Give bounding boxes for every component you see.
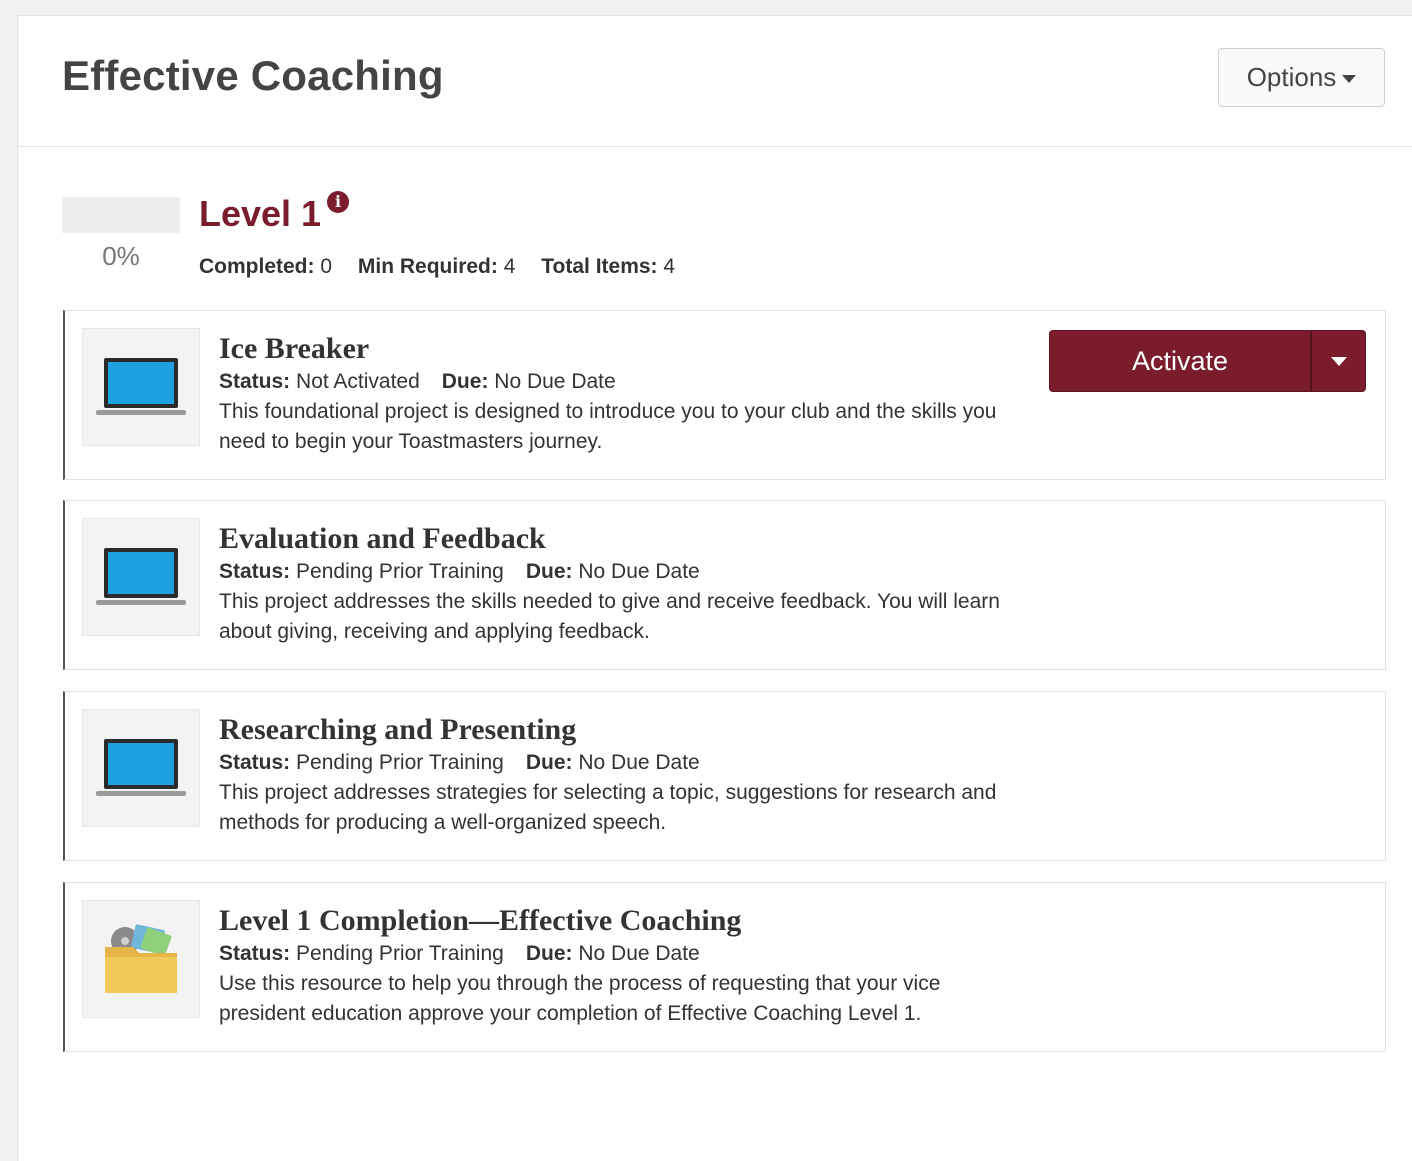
level-stats: Completed: 0 Min Required: 4 Total Items…: [199, 255, 695, 279]
progress-percent: 0%: [102, 241, 140, 271]
options-label: Options: [1246, 62, 1337, 92]
level-section: 0% Level 1 i Completed: 0 Min Required: …: [62, 191, 1362, 283]
due-value: No Due Date: [578, 942, 700, 965]
level-progress-bar: [62, 197, 180, 233]
item-status-line: Status: Not Activated Due: No Due Date: [219, 370, 616, 393]
status-value: Pending Prior Training: [296, 751, 504, 774]
list-item: Level 1 Completion—Effective Coaching St…: [63, 882, 1386, 1052]
item-body: Researching and Presenting Status: Pendi…: [219, 712, 1019, 838]
panel-header: Effective Coaching Options: [18, 16, 1412, 147]
activate-dropdown-toggle[interactable]: [1311, 330, 1366, 392]
list-item: Evaluation and Feedback Status: Pending …: [63, 500, 1386, 670]
stat-min-required: Min Required: 4: [357, 255, 516, 278]
due-value: No Due Date: [578, 751, 700, 774]
project-thumbnail[interactable]: [82, 328, 200, 446]
list-item: Researching and Presenting Status: Pendi…: [63, 691, 1386, 861]
item-status-line: Status: Pending Prior Training Due: No Du…: [219, 560, 700, 583]
status-value: Pending Prior Training: [296, 560, 504, 583]
project-thumbnail[interactable]: [82, 900, 200, 1018]
item-title[interactable]: Researching and Presenting: [219, 712, 1019, 748]
status-value: Not Activated: [296, 370, 420, 393]
item-body: Level 1 Completion—Effective Coaching St…: [219, 903, 1019, 1029]
laptop-icon: [96, 739, 186, 796]
due-value: No Due Date: [494, 370, 616, 393]
level-title: Level 1: [199, 193, 322, 234]
due-value: No Due Date: [578, 560, 700, 583]
project-thumbnail[interactable]: [82, 709, 200, 827]
item-status-line: Status: Pending Prior Training Due: No Du…: [219, 751, 700, 774]
list-item: Ice Breaker Status: Not Activated Due: No…: [63, 310, 1386, 480]
item-description: This foundational project is designed to…: [219, 400, 997, 453]
project-thumbnail[interactable]: [82, 518, 200, 636]
status-value: Pending Prior Training: [296, 942, 504, 965]
item-title[interactable]: Evaluation and Feedback: [219, 521, 1019, 557]
item-title[interactable]: Ice Breaker: [219, 331, 1019, 367]
info-icon[interactable]: i: [327, 191, 350, 213]
caret-down-icon: [1330, 356, 1347, 366]
activate-button[interactable]: Activate: [1049, 330, 1311, 392]
training-panel: Effective Coaching Options 0% Level 1 i …: [17, 15, 1412, 1161]
item-title[interactable]: Level 1 Completion—Effective Coaching: [219, 903, 1019, 939]
item-body: Evaluation and Feedback Status: Pending …: [219, 521, 1019, 647]
item-body: Ice Breaker Status: Not Activated Due: No…: [219, 331, 1019, 457]
level-heading: Level 1 i: [199, 191, 350, 235]
laptop-icon: [96, 358, 186, 415]
options-button[interactable]: Options: [1218, 48, 1385, 107]
stat-completed: Completed: 0: [199, 255, 333, 278]
item-description: This project addresses strategies for se…: [219, 781, 997, 834]
page-title: Effective Coaching: [62, 52, 444, 99]
stat-total-items: Total Items: 4: [541, 255, 676, 278]
laptop-icon: [96, 548, 186, 605]
item-description: Use this resource to help you through th…: [219, 972, 941, 1025]
item-status-line: Status: Pending Prior Training Due: No Du…: [219, 942, 700, 965]
item-description: This project addresses the skills needed…: [219, 590, 1000, 643]
caret-down-icon: [1342, 74, 1357, 83]
activate-button-group: Activate: [1049, 330, 1366, 392]
folder-icon: [105, 924, 177, 993]
project-list: Ice Breaker Status: Not Activated Due: No…: [63, 310, 1386, 1072]
